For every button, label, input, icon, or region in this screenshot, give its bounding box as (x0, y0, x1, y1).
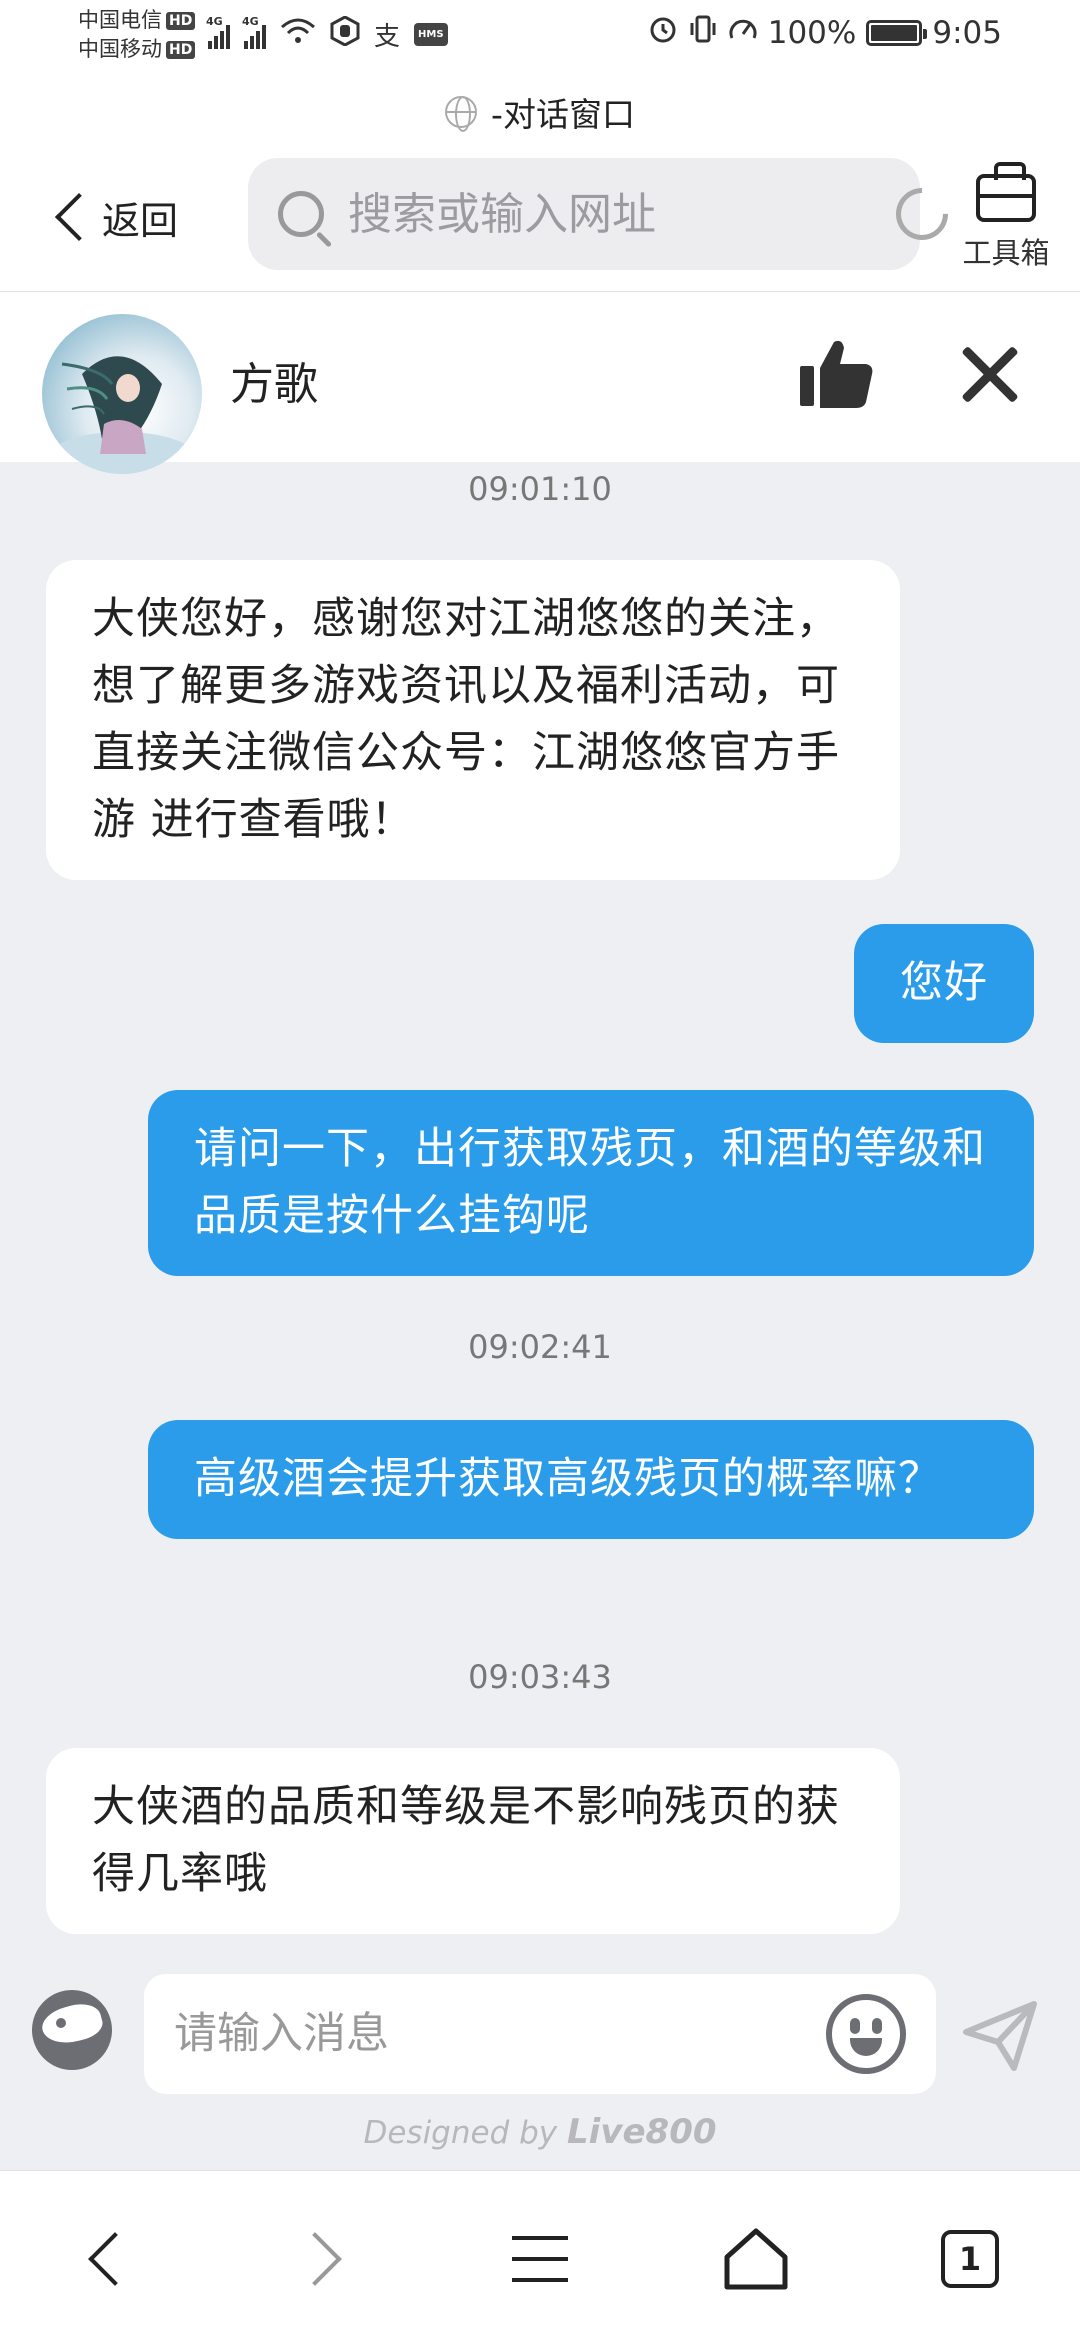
back-button[interactable]: 返回 (50, 182, 178, 252)
toolbox-button[interactable]: 工具箱 (954, 162, 1058, 272)
search-icon (278, 191, 324, 237)
message-list: 09:01:10 大侠您好，感谢您对江湖悠悠的关注，想了解更多游戏资讯以及福利活… (0, 462, 1080, 1970)
user-message: 高级酒会提升获取高级残页的概率嘛？ (148, 1420, 1034, 1539)
toolbox-icon (976, 162, 1036, 222)
hd-badge-2: HD (166, 40, 196, 59)
message-timestamp: 09:01:10 (468, 470, 612, 508)
chevron-right-icon (288, 2232, 342, 2286)
clock-time: 9:05 (932, 15, 1002, 51)
message-timestamp: 09:02:41 (468, 1328, 612, 1366)
designed-by-footer: Designed by Live800 (0, 2112, 1080, 2152)
carrier-1: 中国电信 (78, 8, 162, 32)
user-message: 您好 (854, 924, 1034, 1043)
status-icons-right: 100% 9:05 (648, 14, 1002, 52)
browser-toolbar: 返回 工具箱 (0, 152, 1080, 292)
robot-icon[interactable] (32, 1990, 112, 2070)
message-timestamp: 09:03:43 (468, 1658, 612, 1696)
battery-icon (866, 20, 928, 46)
agent-name: 方歌 (230, 359, 318, 410)
designed-by-prefix: Designed by (363, 2115, 558, 2151)
agent-message: 大侠您好，感谢您对江湖悠悠的关注，想了解更多游戏资讯以及福利活动，可直接关注微信… (46, 560, 900, 880)
alipay-icon: 支 (374, 22, 401, 52)
toolbox-label: 工具箱 (962, 236, 1050, 270)
brand-name: Live800 (567, 2112, 717, 2152)
status-icons-left: 4G 4G 支 HMS (206, 15, 448, 53)
page-title: -对话窗口 (491, 95, 635, 134)
emoji-icon[interactable] (826, 1994, 906, 2074)
address-bar[interactable] (248, 158, 959, 270)
reload-icon[interactable] (885, 177, 959, 251)
send-icon (963, 2001, 1037, 2071)
message-input-box (144, 1974, 936, 2094)
like-button[interactable] (796, 332, 878, 414)
hms-icon: HMS (414, 23, 448, 46)
wifi-icon (280, 17, 316, 52)
close-button[interactable] (958, 342, 1022, 406)
user-message: 请问一下，出行获取残页，和酒的等级和品质是按什么挂钩呢 (148, 1090, 1034, 1276)
chevron-left-icon (54, 192, 104, 242)
tabs-count: 1 (941, 2230, 999, 2288)
agent-message: 大侠酒的品质和等级是不影响残页的获得几率哦 (46, 1748, 900, 1934)
composer: Designed by Live800 (0, 1960, 1080, 2170)
globe-icon (445, 96, 478, 132)
nav-menu-button[interactable] (500, 2219, 580, 2299)
nav-tabs-button[interactable]: 1 (930, 2219, 1010, 2299)
alarm-icon (648, 14, 678, 52)
address-input[interactable] (348, 188, 896, 240)
menu-icon (512, 2236, 568, 2282)
nav-back-button[interactable] (68, 2219, 148, 2299)
back-label: 返回 (102, 198, 179, 243)
carrier-info: 中国电信 HD 中国移动 HD (78, 6, 196, 64)
chevron-left-icon (88, 2232, 142, 2286)
speed-icon (728, 14, 758, 52)
avatar (42, 314, 202, 474)
signal-icon: 4G (206, 15, 230, 49)
battery-percent: 100% (767, 15, 857, 51)
nav-home-button[interactable] (716, 2219, 796, 2299)
carrier-2: 中国移动 (78, 37, 162, 61)
status-bar: 中国电信 HD 中国移动 HD 4G 4G 支 HMS 100% 9:05 (0, 0, 1080, 72)
signal-icon-2: 4G (242, 15, 266, 49)
send-button[interactable] (960, 1996, 1040, 2076)
thumbs-up-icon (800, 340, 873, 408)
nav-forward-button[interactable] (282, 2219, 362, 2299)
bottom-navigation: 1 (0, 2170, 1080, 2340)
vibrate-icon (688, 14, 718, 52)
chat-header: 方歌 (0, 292, 1080, 474)
hd-badge-1: HD (166, 11, 196, 30)
home-icon (724, 2228, 788, 2290)
hand-icon (330, 15, 360, 53)
page-title-row: -对话窗口 (0, 72, 1080, 152)
message-input[interactable] (174, 2009, 826, 2059)
